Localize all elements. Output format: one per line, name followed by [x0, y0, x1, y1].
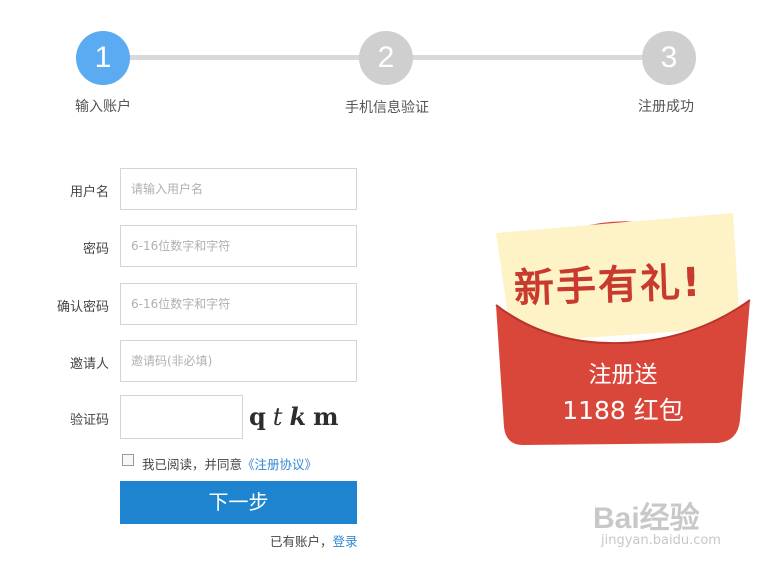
- username-input[interactable]: [120, 168, 357, 210]
- watermark-url: jingyan.baidu.com: [601, 533, 721, 548]
- red-envelope-promo[interactable]: 新手有礼! 注册送 1188 红包: [488, 205, 753, 450]
- captcha-input[interactable]: [120, 395, 243, 439]
- promo-headline: 新手有礼!: [513, 259, 704, 313]
- captcha-char: t: [272, 403, 290, 431]
- watermark: Bai经验 jingyan.baidu.com: [593, 493, 721, 548]
- confirm-password-label: 确认密码: [56, 300, 109, 315]
- captcha-char: q: [249, 402, 273, 431]
- next-step-button[interactable]: 下一步: [120, 481, 357, 524]
- inviter-label: 邀请人: [69, 357, 109, 372]
- agreement-checkbox[interactable]: [122, 454, 134, 466]
- password-label: 密码: [82, 242, 109, 257]
- step-1-label: 输入账户: [75, 99, 131, 115]
- agreement-label: 我已阅读，并同意: [142, 457, 243, 472]
- username-label: 用户名: [69, 185, 109, 200]
- inviter-input[interactable]: [120, 340, 357, 382]
- login-prompt: 已有账户，登录: [270, 531, 358, 550]
- captcha-char: k: [289, 402, 314, 431]
- login-prompt-text: 已有账户，: [270, 534, 333, 549]
- login-link[interactable]: 登录: [333, 534, 358, 549]
- captcha-label: 验证码: [69, 413, 109, 428]
- promo-line-1: 注册送: [588, 362, 658, 388]
- agreement-link[interactable]: 《注册协议》: [242, 457, 317, 472]
- step-2-circle: 2: [359, 31, 413, 85]
- captcha-char: m: [313, 402, 346, 431]
- captcha-image[interactable]: qtkm: [247, 398, 359, 436]
- step-2-label: 手机信息验证: [345, 100, 429, 116]
- promo-line-2: 1188 红包: [562, 396, 684, 425]
- watermark-logo: Bai经验: [593, 502, 700, 535]
- step-3-label: 注册成功: [638, 99, 694, 115]
- password-input[interactable]: [120, 225, 357, 267]
- step-3-circle: 3: [642, 31, 696, 85]
- confirm-password-input[interactable]: [120, 283, 357, 325]
- agreement-text: 我已阅读，并同意《注册协议》: [142, 454, 317, 473]
- step-1-circle: 1: [76, 31, 130, 85]
